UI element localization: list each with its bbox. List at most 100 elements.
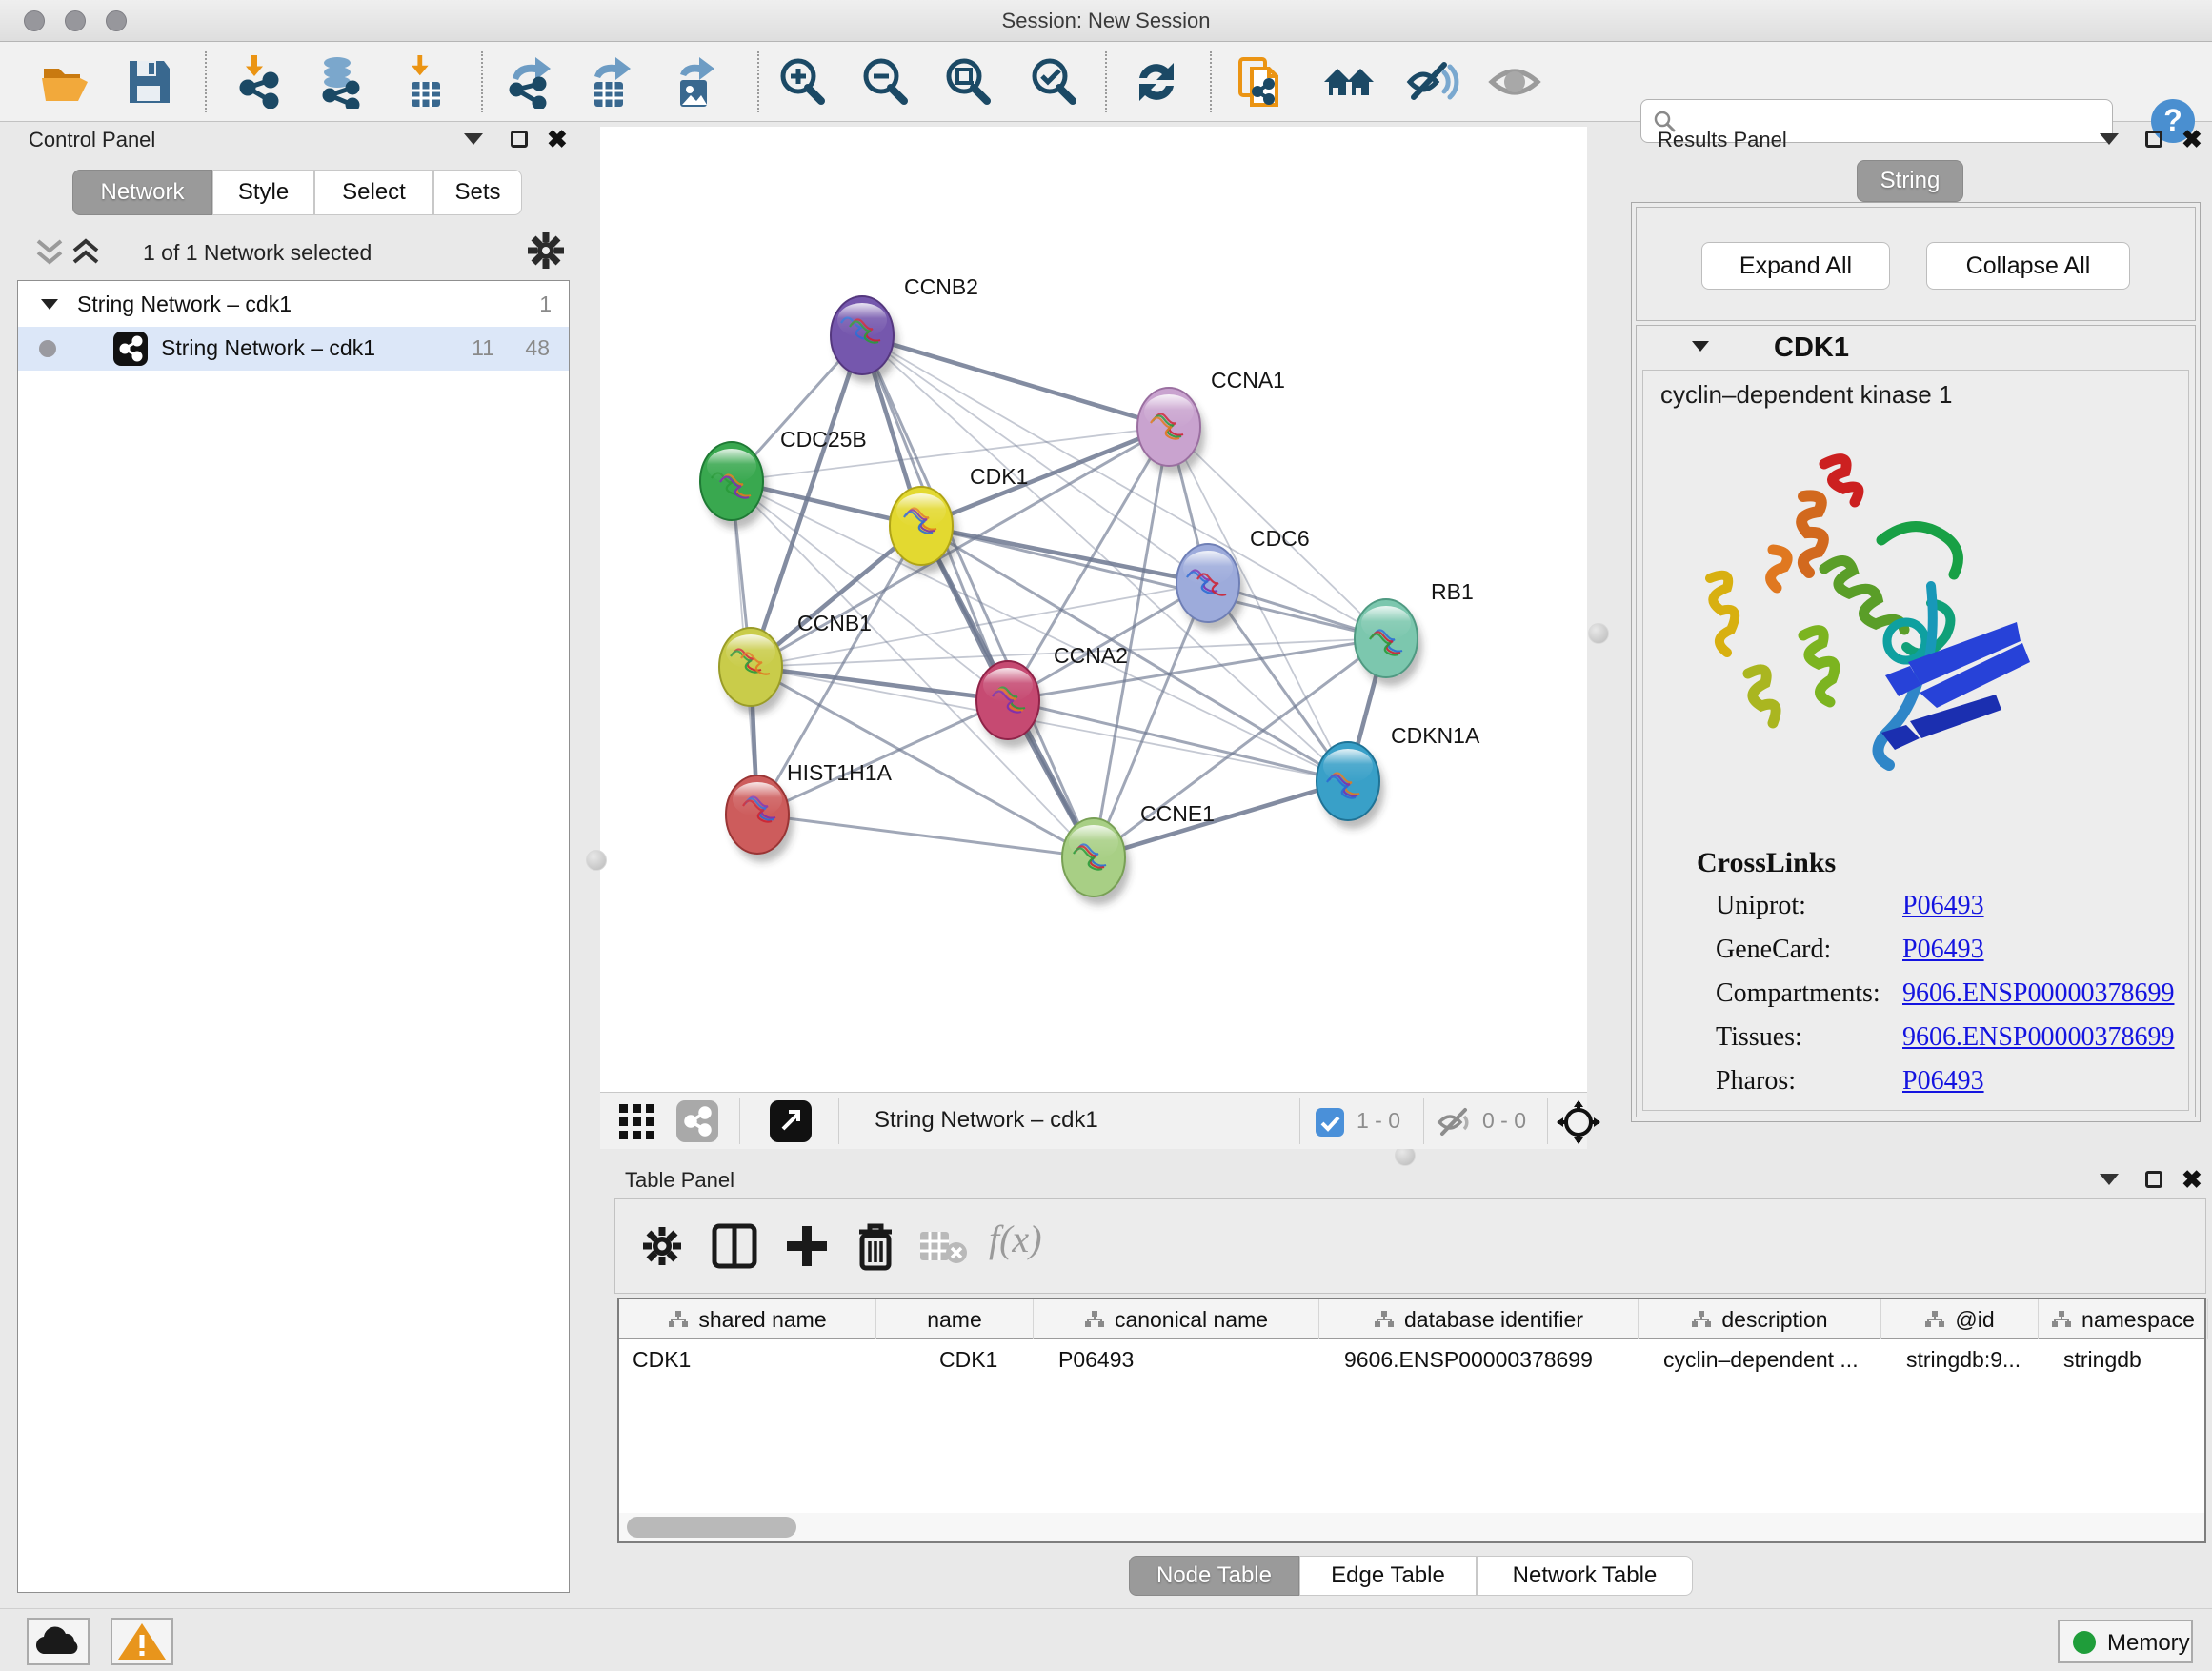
expand-all-button[interactable]: Expand All	[1701, 242, 1890, 290]
crosslink-pharos-link[interactable]: P06493	[1902, 1066, 1984, 1097]
open-folder-icon[interactable]	[38, 55, 91, 109]
add-icon[interactable]	[783, 1222, 831, 1270]
string-network-graph[interactable]: CCNB2CCNA1CDC25BCDK1CDC6RB1CCNB1CCNA2CDK…	[600, 127, 1587, 1092]
network-edge[interactable]	[921, 526, 1208, 583]
network-node-ccna1[interactable]: CCNA1	[1137, 368, 1285, 474]
expand-all-icon[interactable]	[70, 233, 112, 272]
maximize-panel-icon[interactable]	[2145, 131, 2162, 148]
import-table-icon[interactable]	[398, 55, 452, 109]
column-header-name[interactable]: name	[876, 1299, 1034, 1339]
save-icon[interactable]	[122, 55, 175, 109]
maximize-panel-icon[interactable]	[511, 131, 528, 148]
network-canvas[interactable]: CCNB2CCNA1CDC25BCDK1CDC6RB1CCNB1CCNA2CDK…	[600, 127, 1587, 1092]
network-node-cdc25b[interactable]: CDC25B	[700, 427, 867, 529]
table-cell[interactable]: P06493	[1058, 1347, 1316, 1373]
show-all-icon[interactable]	[1488, 55, 1541, 109]
network-node-ccne1[interactable]: CCNE1	[1062, 801, 1215, 905]
network-node-hist1h1a[interactable]: HIST1H1A	[726, 760, 893, 862]
share-view-icon[interactable]	[676, 1100, 718, 1142]
network-edge[interactable]	[757, 700, 1008, 815]
share-document-icon[interactable]	[1235, 55, 1288, 109]
memory-button[interactable]: Memory	[2058, 1620, 2193, 1663]
float-panel-icon[interactable]	[464, 133, 483, 145]
network-collection-row[interactable]: String Network – cdk1 1	[18, 283, 569, 327]
import-network-icon[interactable]	[232, 55, 286, 109]
collection-caret-icon[interactable]	[41, 299, 58, 310]
delete-table-icon[interactable]	[918, 1228, 968, 1266]
gear-icon[interactable]	[640, 1224, 684, 1268]
tab-node-table[interactable]: Node Table	[1129, 1556, 1299, 1596]
homes-icon[interactable]	[1322, 55, 1376, 109]
network-edge[interactable]	[751, 667, 1008, 700]
network-edge[interactable]	[1094, 781, 1348, 857]
crosslink-compartments-link[interactable]: 9606.ENSP00000378699	[1902, 978, 2174, 1009]
close-panel-icon[interactable]: ✖	[2182, 127, 2202, 151]
export-image-icon[interactable]	[667, 55, 720, 109]
table-cell[interactable]: CDK1	[939, 1347, 1068, 1373]
tab-sets[interactable]: Sets	[433, 170, 522, 215]
float-panel-icon[interactable]	[2100, 133, 2119, 145]
crosslink-tissues-link[interactable]: 9606.ENSP00000378699	[1902, 1022, 2174, 1053]
network-edge[interactable]	[921, 526, 1386, 638]
zoom-out-icon[interactable]	[858, 55, 912, 109]
network-node-cdkn1a[interactable]: CDKN1A	[1317, 723, 1480, 829]
column-header-canonical-name[interactable]: canonical name	[1034, 1299, 1319, 1339]
network-edge[interactable]	[757, 815, 1094, 857]
left-splitter-handle[interactable]	[586, 850, 607, 871]
network-node-rb1[interactable]: RB1	[1355, 579, 1474, 686]
table-cell[interactable]: stringdb	[2063, 1347, 2204, 1373]
fit-selected-icon[interactable]	[1557, 1100, 1600, 1144]
gene-header[interactable]: CDK1	[1637, 326, 2195, 370]
zoom-fit-icon[interactable]	[941, 55, 995, 109]
crosslink-uniprot-link[interactable]: P06493	[1902, 891, 1984, 921]
close-panel-icon[interactable]: ✖	[2182, 1167, 2202, 1192]
node-table[interactable]: shared namenamecanonical namedatabase id…	[617, 1298, 2206, 1543]
export-table-icon[interactable]	[583, 55, 636, 109]
tab-network-table[interactable]: Network Table	[1477, 1556, 1693, 1596]
export-network-icon[interactable]	[503, 55, 556, 109]
open-view-icon[interactable]	[770, 1100, 812, 1142]
column-header--id[interactable]: @id	[1881, 1299, 2039, 1339]
table-cell[interactable]: 9606.ENSP00000378699	[1344, 1347, 1635, 1373]
tab-style[interactable]: Style	[212, 170, 314, 215]
selected-checkbox-icon[interactable]	[1315, 1107, 1345, 1137]
tab-string[interactable]: String	[1857, 160, 1963, 202]
column-header-description[interactable]: description	[1639, 1299, 1881, 1339]
float-panel-icon[interactable]	[2100, 1174, 2119, 1185]
table-cell[interactable]: cyclin–dependent ...	[1663, 1347, 1878, 1373]
network-node-ccna2[interactable]: CCNA2	[976, 643, 1128, 748]
close-panel-icon[interactable]: ✖	[547, 127, 568, 151]
network-edge[interactable]	[862, 335, 1169, 427]
cloud-button[interactable]	[27, 1618, 90, 1665]
crosslink-genecard-link[interactable]: P06493	[1902, 935, 1984, 965]
column-header-database-identifier[interactable]: database identifier	[1319, 1299, 1639, 1339]
scrollbar-thumb[interactable]	[627, 1517, 796, 1538]
gene-caret-icon[interactable]	[1692, 341, 1709, 352]
collapse-all-button[interactable]: Collapse All	[1926, 242, 2130, 290]
column-header-namespace[interactable]: namespace	[2039, 1299, 2208, 1339]
columns-icon[interactable]	[711, 1222, 758, 1270]
refresh-icon[interactable]	[1130, 55, 1183, 109]
right-splitter-handle[interactable]	[1588, 623, 1609, 644]
tab-network[interactable]: Network	[72, 170, 212, 215]
network-edge[interactable]	[862, 335, 1094, 857]
zoom-in-icon[interactable]	[775, 55, 829, 109]
network-row[interactable]: String Network – cdk1 11 48	[18, 327, 569, 371]
function-icon[interactable]: f(x)	[989, 1217, 1042, 1261]
network-edge[interactable]	[862, 335, 1386, 638]
horizontal-scrollbar[interactable]	[619, 1513, 2204, 1541]
tab-select[interactable]: Select	[314, 170, 433, 215]
network-edge[interactable]	[1008, 700, 1348, 781]
warning-button[interactable]	[111, 1618, 173, 1665]
tab-edge-table[interactable]: Edge Table	[1299, 1556, 1477, 1596]
import-database-icon[interactable]	[312, 55, 366, 109]
zoom-selected-icon[interactable]	[1027, 55, 1080, 109]
grid-view-icon[interactable]	[619, 1104, 657, 1140]
column-header-shared-name[interactable]: shared name	[619, 1299, 876, 1339]
maximize-panel-icon[interactable]	[2145, 1171, 2162, 1188]
hide-selected-icon[interactable]	[1406, 55, 1459, 109]
gear-icon[interactable]	[524, 229, 568, 272]
table-cell[interactable]: CDK1	[633, 1347, 861, 1373]
delete-icon[interactable]	[854, 1220, 897, 1272]
table-cell[interactable]: stringdb:9...	[1906, 1347, 2035, 1373]
